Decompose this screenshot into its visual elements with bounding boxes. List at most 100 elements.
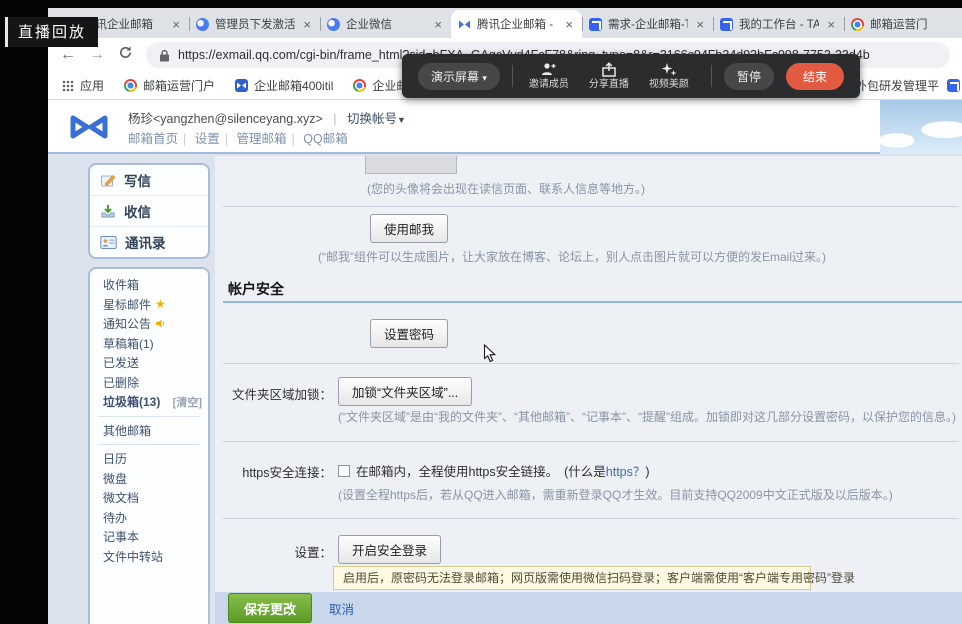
close-icon[interactable]: ×: [432, 17, 444, 32]
app-weidocs[interactable]: 微文档: [90, 488, 208, 508]
contact-card-icon: [100, 235, 117, 250]
forward-icon[interactable]: →: [89, 46, 105, 64]
compose-box: 写信 收信 通讯录: [88, 163, 210, 259]
close-icon[interactable]: ×: [301, 17, 313, 32]
set-password-button[interactable]: 设置密码: [370, 319, 448, 348]
separator: |: [333, 112, 336, 126]
bookmark-400itil[interactable]: 企业邮箱400itil: [235, 77, 333, 94]
section-title-account-security: 帐户安全: [228, 279, 284, 299]
compose-label: 写信: [124, 170, 151, 190]
folder-announcements[interactable]: 通知公告: [90, 314, 208, 334]
separator: |: [225, 132, 228, 146]
what-is-https-link[interactable]: https？: [606, 465, 646, 479]
share-live-button[interactable]: 分享直播: [585, 62, 633, 90]
bookmark-label: 外包研发管理平: [855, 77, 939, 94]
nav-manage-mail[interactable]: 管理邮箱: [237, 132, 287, 146]
folder-deleted[interactable]: 已删除: [90, 373, 208, 393]
divider: [223, 441, 959, 442]
folder-inbox[interactable]: 收件箱: [90, 275, 208, 295]
apps-grid-button[interactable]: 应用: [62, 77, 104, 94]
exmail-logo-icon: [66, 110, 112, 149]
app-calendar[interactable]: 日历: [90, 449, 208, 469]
tab-title: 邮箱运营门: [870, 16, 962, 32]
mouse-cursor: [483, 344, 496, 366]
bookmark-mail-portal[interactable]: 邮箱运营门户: [124, 77, 215, 94]
nav-qq-mail[interactable]: QQ邮箱: [303, 132, 347, 146]
close-icon[interactable]: ×: [170, 17, 182, 32]
https-checkbox[interactable]: [338, 465, 350, 477]
lock-icon: [159, 49, 170, 62]
chrome-icon: [124, 79, 137, 92]
bookmark-outsourcing[interactable]: 外包研发管理平: [855, 77, 960, 94]
divider: [512, 65, 513, 87]
sky-banner-image: [880, 100, 962, 154]
use-mailme-button[interactable]: 使用邮我: [370, 214, 448, 243]
folder-starred[interactable]: 星标邮件★: [90, 295, 208, 315]
bookmark-label: 企业邮箱400itil: [254, 77, 333, 94]
chevron-down-icon: ▼: [397, 115, 406, 125]
folder-drafts[interactable]: 草稿箱(1): [90, 334, 208, 354]
end-button[interactable]: 结束: [786, 63, 844, 90]
share-live-label: 分享直播: [589, 79, 629, 90]
folder-lock-label: 文件夹区域加锁：: [215, 384, 332, 403]
sidebar-item-compose[interactable]: 写信: [90, 165, 208, 195]
nav-settings[interactable]: 设置: [195, 132, 220, 146]
tab-title: 我的工作台 - TAP: [739, 16, 819, 32]
tab-title: 需求-企业邮箱-TA: [608, 16, 688, 32]
tab-mail-portal[interactable]: 邮箱运营门: [844, 10, 962, 38]
folder-lock-note: (“文件夹区域”是由“我的文件夹”、“其他邮箱”、“记事本”、“提醒”组成。加锁…: [338, 408, 956, 425]
video-beauty-button[interactable]: 视频美颜: [645, 62, 693, 90]
enable-secure-login-button[interactable]: 开启安全登录: [338, 535, 441, 564]
https-label: https安全连接：: [215, 462, 332, 481]
app-todo[interactable]: 待办: [90, 508, 208, 528]
reload-icon[interactable]: [118, 45, 133, 65]
empty-spam-link[interactable]: [清空]: [173, 394, 202, 410]
app-file-transfer[interactable]: 文件中转站: [90, 547, 208, 567]
folder-other-mail[interactable]: 其他邮箱: [90, 421, 208, 441]
pause-button[interactable]: 暂停: [724, 63, 774, 90]
tab-exmail-settings-active[interactable]: 腾讯企业邮箱 - 系 ×: [451, 10, 582, 38]
app-weidrive[interactable]: 微盘: [90, 469, 208, 489]
mailme-note: (“邮我”组件可以生成图片，让大家放在博客、论坛上，别人点击图片就可以方便的发E…: [318, 248, 826, 265]
lock-folder-button[interactable]: 加锁“文件夹区域”...: [338, 377, 472, 406]
tab-tapd-requirement[interactable]: 需求-企业邮箱-TA ×: [582, 10, 713, 38]
tapd-icon: [947, 79, 960, 92]
cancel-link[interactable]: 取消: [329, 599, 354, 618]
https-note: (设置全程https后，若从QQ进入邮箱，需重新登录QQ才生效。目前支持QQ20…: [338, 486, 893, 503]
sidebar-item-receive[interactable]: 收信: [90, 195, 208, 226]
tab-wecom[interactable]: 企业微信 ×: [320, 10, 451, 38]
https-option-row: 在邮箱内，全程使用https安全链接。 (什么是https？): [338, 461, 650, 480]
present-screen-button[interactable]: 演示屏幕 ▾: [418, 63, 500, 90]
close-icon[interactable]: ×: [563, 17, 575, 32]
invite-member-button[interactable]: 邀请成员: [525, 62, 573, 90]
section-underline: [223, 301, 962, 303]
share-up-icon: [601, 62, 617, 77]
tab-activation[interactable]: 管理员下发激活码 ×: [189, 10, 320, 38]
divider: [711, 65, 712, 87]
separator: |: [292, 132, 295, 146]
close-icon[interactable]: ×: [694, 17, 706, 32]
divider: [223, 518, 959, 519]
folder-spam[interactable]: 垃圾箱(13)[清空]: [90, 392, 208, 412]
settings-panel: (您的头像将会出现在读信页面、联系人信息等地方。) 使用邮我 (“邮我”组件可以…: [215, 156, 962, 624]
close-icon[interactable]: ×: [825, 17, 837, 32]
live-replay-badge: 直播回放: [5, 17, 98, 47]
speaker-icon: [155, 318, 166, 329]
save-changes-button[interactable]: 保存更改: [228, 593, 312, 623]
tab-tapd-workbench[interactable]: 我的工作台 - TAP ×: [713, 10, 844, 38]
app-notes[interactable]: 记事本: [90, 527, 208, 547]
sidebar-item-contacts[interactable]: 通讯录: [90, 226, 208, 257]
nav-mail-home[interactable]: 邮箱首页: [128, 132, 178, 146]
browser-window: 腾讯企业邮箱 × 管理员下发激活码 × 企业微信 × 腾讯企业邮箱 - 系 × …: [48, 8, 962, 624]
secure-login-notice: 启用后，原密码无法登录邮箱；网页版需使用微信扫码登录；客户端需使用“客户端专用密…: [333, 566, 811, 590]
tab-title: 管理员下发激活码: [215, 16, 295, 32]
exmail-icon: [235, 79, 248, 92]
exmail-page: 杨珍<yangzhen@silenceyang.xyz> | 切换帐号▼ 邮箱首…: [48, 100, 962, 624]
avatar-button-partial[interactable]: [365, 156, 457, 174]
star-icon: ★: [155, 297, 166, 311]
switch-account-link[interactable]: 切换帐号▼: [347, 112, 406, 126]
folder-sent[interactable]: 已发送: [90, 353, 208, 373]
back-icon[interactable]: ←: [60, 46, 76, 64]
divider: [223, 206, 959, 207]
inbox-icon: [100, 203, 116, 219]
